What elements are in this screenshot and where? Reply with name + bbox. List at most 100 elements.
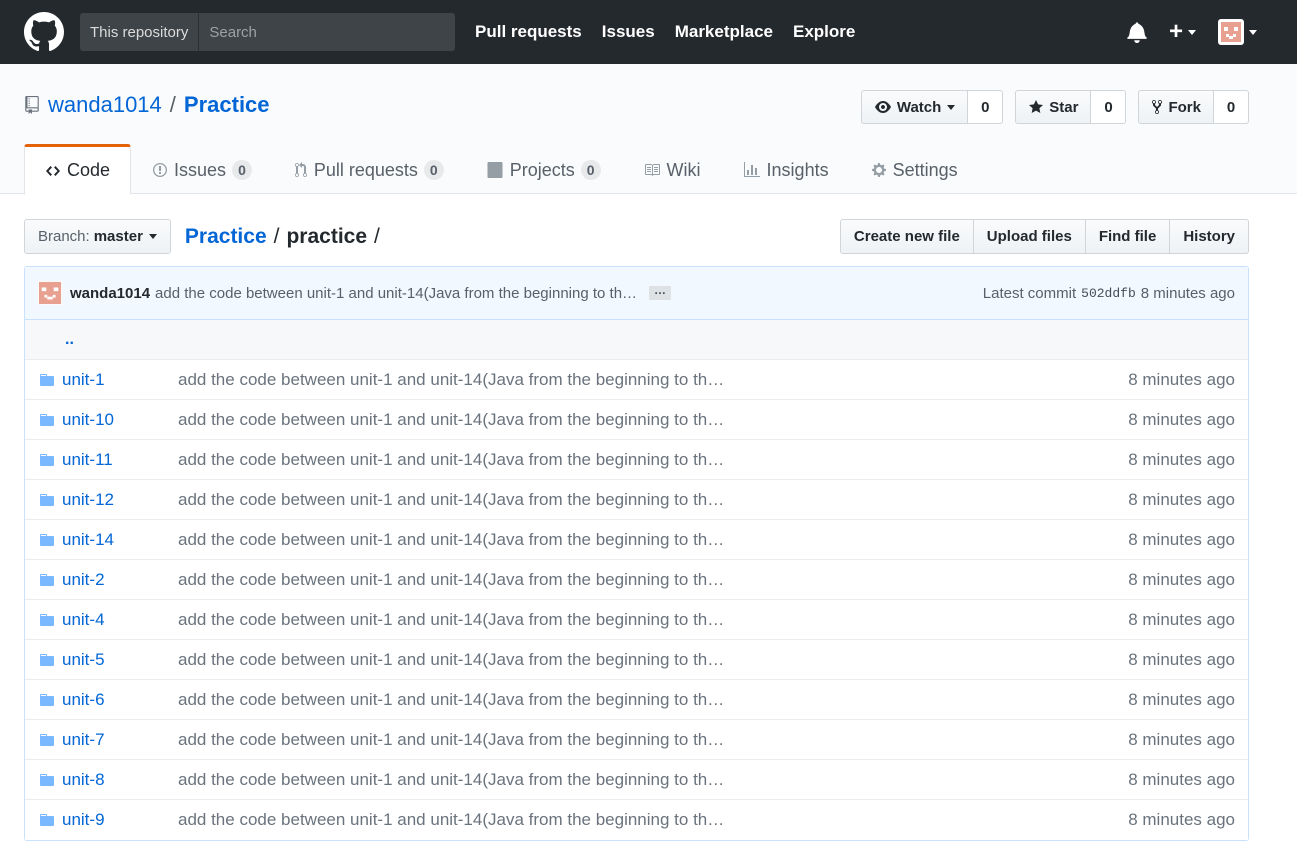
folder-link[interactable]: unit-6 (62, 690, 105, 709)
file-age: 8 minutes ago (1128, 729, 1235, 749)
folder-link[interactable]: unit-4 (62, 610, 105, 629)
folder-link[interactable]: unit-14 (62, 530, 114, 549)
file-row: unit-4 add the code between unit-1 and u… (25, 600, 1248, 640)
projects-counter: 0 (580, 160, 601, 180)
tab-code[interactable]: Code (24, 144, 132, 195)
file-row: unit-5 add the code between unit-1 and u… (25, 640, 1248, 680)
tab-wiki[interactable]: Wiki (622, 144, 722, 194)
commit-sha-link[interactable]: 502ddfb (1081, 286, 1136, 301)
folder-link[interactable]: unit-10 (62, 410, 114, 429)
repo-tabs: Code Issues 0 Pull requests 0 Projects 0… (24, 144, 979, 195)
path-divider: / (169, 92, 176, 117)
file-row: unit-1 add the code between unit-1 and u… (25, 360, 1248, 400)
file-row: unit-7 add the code between unit-1 and u… (25, 720, 1248, 760)
file-age: 8 minutes ago (1128, 529, 1235, 549)
commit-message-link[interactable]: add the code between unit-1 and unit-14(… (178, 490, 1128, 510)
star-count[interactable]: 0 (1091, 90, 1127, 124)
tab-label: Pull requests (313, 159, 418, 180)
commit-message-link[interactable]: add the code between unit-1 and unit-14(… (178, 410, 1128, 430)
commit-message-link[interactable]: add the code between unit-1 and unit-14(… (178, 570, 1128, 590)
folder-link[interactable]: unit-1 (62, 370, 105, 389)
folder-link[interactable]: unit-11 (62, 450, 113, 469)
file-age: 8 minutes ago (1128, 369, 1235, 389)
tab-label: Insights (766, 159, 829, 180)
tab-label: Projects (509, 159, 575, 180)
tab-label: Issues (174, 159, 227, 180)
repo-owner-link[interactable]: wanda1014 (48, 92, 162, 118)
folder-icon (25, 732, 62, 748)
plus-icon: + (1168, 18, 1183, 45)
folder-icon (25, 452, 62, 468)
github-logo-icon[interactable] (24, 12, 64, 52)
watch-group: Watch 0 (860, 90, 1004, 124)
avatar (1218, 19, 1244, 45)
folder-link[interactable]: unit-8 (62, 770, 105, 789)
watch-button[interactable]: Watch (860, 90, 969, 124)
tab-insights[interactable]: Insights (722, 144, 850, 194)
file-name-cell: unit-6 (62, 690, 178, 710)
file-name-cell: unit-8 (62, 770, 178, 790)
breadcrumb-separator: / (273, 224, 280, 248)
fork-count[interactable]: 0 (1214, 90, 1249, 124)
branch-select-button[interactable]: Branch: master (24, 219, 171, 254)
file-list: .. unit-1 add the code between unit-1 an… (25, 320, 1248, 840)
fork-group: Fork 0 (1138, 90, 1249, 124)
tab-pull-requests[interactable]: Pull requests 0 (273, 144, 465, 194)
fork-button[interactable]: Fork (1138, 90, 1214, 124)
commit-age: 8 minutes ago (1140, 284, 1235, 302)
user-avatar-menu[interactable] (1218, 19, 1257, 45)
project-icon (487, 162, 503, 178)
folder-icon (25, 532, 62, 548)
search-input[interactable] (199, 13, 455, 51)
folder-link[interactable]: unit-7 (62, 730, 105, 749)
upload-files-button[interactable]: Upload files (973, 219, 1086, 254)
folder-link[interactable]: unit-9 (62, 810, 105, 829)
code-icon (46, 165, 60, 176)
commit-author[interactable]: wanda1014 (70, 285, 150, 302)
commit-message[interactable]: add the code between unit-1 and unit-14(… (155, 285, 637, 302)
tab-label: Code (67, 160, 111, 180)
commit-message-link[interactable]: add the code between unit-1 and unit-14(… (178, 770, 1128, 790)
watch-count[interactable]: 0 (968, 90, 1004, 124)
commit-message-link[interactable]: add the code between unit-1 and unit-14(… (178, 690, 1128, 710)
commit-message-link[interactable]: add the code between unit-1 and unit-14(… (178, 450, 1128, 470)
folder-icon (25, 372, 62, 388)
up-tree-link[interactable]: .. (65, 331, 74, 349)
avatar[interactable] (38, 281, 62, 305)
star-icon (1029, 100, 1044, 113)
nav-explore[interactable]: Explore (793, 22, 855, 42)
search-box: This repository (80, 13, 455, 51)
commit-message-link[interactable]: add the code between unit-1 and unit-14(… (178, 730, 1128, 750)
folder-link[interactable]: unit-12 (62, 490, 114, 509)
commit-message-link[interactable]: add the code between unit-1 and unit-14(… (178, 650, 1128, 670)
commit-message-link[interactable]: add the code between unit-1 and unit-14(… (178, 530, 1128, 550)
folder-link[interactable]: unit-5 (62, 650, 105, 669)
tab-issues[interactable]: Issues 0 (131, 144, 273, 194)
nav-pull-requests[interactable]: Pull requests (475, 22, 582, 42)
commit-message-link[interactable]: add the code between unit-1 and unit-14(… (178, 610, 1128, 630)
tab-projects[interactable]: Projects 0 (465, 144, 622, 194)
star-button[interactable]: Star (1015, 90, 1092, 124)
commit-message-link[interactable]: add the code between unit-1 and unit-14(… (178, 370, 1128, 390)
nav-marketplace[interactable]: Marketplace (675, 22, 773, 42)
folder-link[interactable]: unit-2 (62, 570, 105, 589)
folder-icon (25, 412, 62, 428)
breadcrumb-current: practice (286, 224, 368, 248)
repo-name-link[interactable]: Practice (184, 92, 270, 118)
commit-expand-button[interactable]: … (649, 284, 672, 300)
file-name-cell: unit-12 (62, 490, 178, 510)
history-button[interactable]: History (1170, 219, 1249, 254)
breadcrumb-root-link[interactable]: Practice (185, 225, 267, 249)
pull-requests-counter: 0 (423, 160, 444, 180)
commit-message-link[interactable]: add the code between unit-1 and unit-14(… (178, 810, 1128, 830)
tab-settings[interactable]: Settings (850, 144, 979, 194)
chevron-down-icon (1249, 29, 1257, 35)
latest-commit-info: Latest commit 502ddfb 8 minutes ago (983, 285, 1235, 302)
file-row: unit-8 add the code between unit-1 and u… (25, 760, 1248, 800)
create-new-file-button[interactable]: Create new file (839, 219, 974, 254)
nav-issues[interactable]: Issues (602, 22, 655, 42)
find-file-button[interactable]: Find file (1085, 219, 1171, 254)
folder-icon (25, 492, 62, 508)
create-new-menu[interactable]: + (1168, 18, 1196, 45)
bell-icon[interactable] (1127, 21, 1147, 43)
